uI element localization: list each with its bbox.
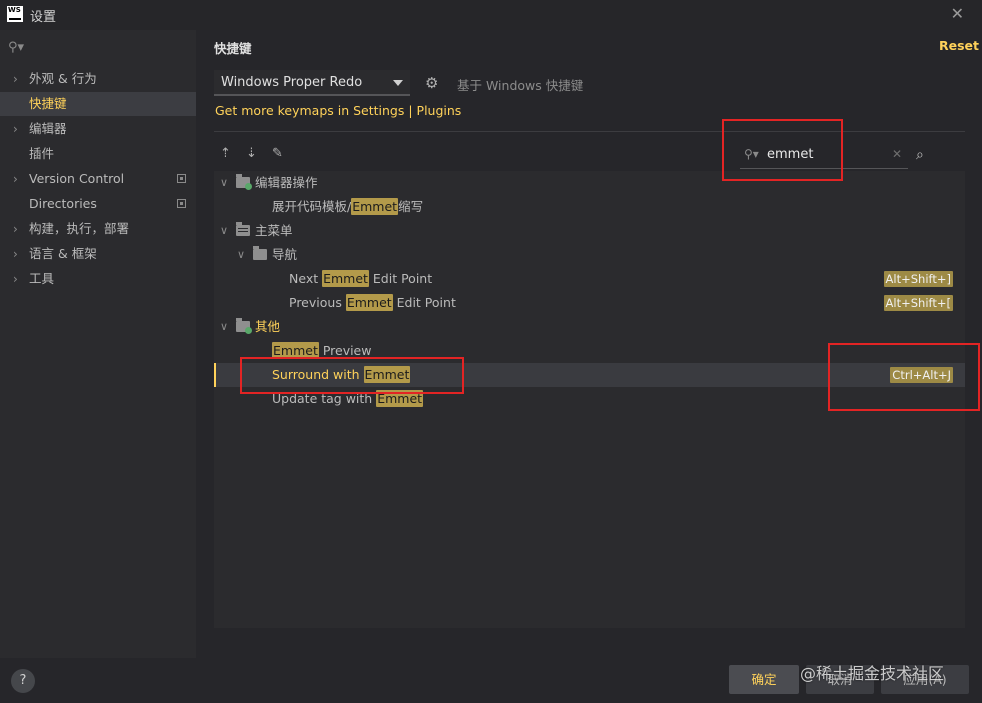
action-label: Previous Emmet Edit Point: [289, 294, 456, 311]
tree-action-previous-emmet-edit-point[interactable]: Previous Emmet Edit Point Alt+Shift+[: [214, 291, 965, 315]
webstorm-logo-icon: WS: [7, 6, 23, 22]
sidebar-item-label: 插件: [29, 146, 55, 161]
chevron-down-icon: ∨: [237, 248, 246, 261]
menu-folder-icon: [236, 222, 250, 236]
shortcut-badge: Alt+Shift+]: [883, 271, 953, 287]
chevron-down-icon: ∨: [220, 224, 229, 237]
watermark: @稀土掘金技术社区: [800, 664, 945, 683]
page-title: 快捷键: [214, 41, 252, 56]
expand-all-icon[interactable]: ⇡: [220, 146, 231, 161]
action-label: Surround with Emmet: [272, 366, 411, 383]
sidebar-item-label: 快捷键: [29, 96, 67, 111]
category-label: 导航: [272, 247, 298, 262]
action-label: Next Emmet Edit Point: [289, 270, 433, 287]
chevron-right-icon: ›: [13, 72, 18, 86]
reset-link[interactable]: Reset: [939, 38, 979, 53]
folder-icon: [236, 174, 252, 190]
category-label: 主菜单: [255, 223, 293, 238]
shortcut-badge: Ctrl+Alt+J: [890, 367, 953, 383]
search-field[interactable]: ⚲▾ ✕: [740, 144, 908, 169]
more-keymaps-link[interactable]: Get more keymaps in Settings | Plugins: [215, 103, 461, 118]
close-icon[interactable]: ✕: [951, 4, 964, 23]
category-label: 其他: [255, 319, 281, 334]
chevron-down-icon: ∨: [220, 176, 229, 189]
action-label: 展开代码模板/Emmet缩写: [272, 198, 424, 215]
actions-tree: ∨ 编辑器操作 展开代码模板/Emmet缩写 ∨ 主菜单 ∨ 导航 Next E…: [214, 171, 965, 628]
gear-icon[interactable]: ⚙: [425, 74, 438, 92]
action-label: Update tag with Emmet: [272, 390, 424, 407]
tree-action-next-emmet-edit-point[interactable]: Next Emmet Edit Point Alt+Shift+]: [214, 267, 965, 291]
title-bar: WS 设置 ✕: [0, 0, 982, 30]
selection-marker: [214, 363, 216, 387]
chevron-right-icon: ›: [13, 172, 18, 186]
divider: [214, 131, 965, 132]
shortcut-badge: Alt+Shift+[: [883, 295, 953, 311]
sidebar-item-languages[interactable]: › 语言 & 框架: [0, 242, 196, 266]
sidebar-item-label: 外观 & 行为: [29, 71, 97, 86]
tree-category-navigate[interactable]: ∨ 导航: [214, 243, 965, 267]
tree-action-expand-emmet[interactable]: 展开代码模板/Emmet缩写: [214, 195, 965, 219]
chevron-right-icon: ›: [13, 122, 18, 136]
find-by-shortcut-icon[interactable]: ⌕: [916, 147, 924, 163]
sidebar-item-label: Directories: [29, 196, 97, 211]
window-title: 设置: [30, 10, 57, 25]
sidebar-item-build[interactable]: › 构建，执行，部署: [0, 217, 196, 241]
chevron-down-icon: ∨: [220, 320, 229, 333]
search-input[interactable]: [767, 147, 877, 162]
keymap-selected-value: Windows Proper Redo: [221, 75, 363, 90]
tree-action-emmet-preview[interactable]: Emmet Preview: [214, 339, 965, 363]
sidebar-item-keymap[interactable]: 快捷键: [0, 92, 196, 116]
project-scope-icon: [177, 199, 186, 208]
sidebar-item-label: 语言 & 框架: [29, 246, 97, 261]
folder-icon: [236, 318, 252, 334]
settings-sidebar: ⚲▾ › 外观 & 行为 快捷键 › 编辑器 插件 › Version Cont…: [0, 30, 196, 658]
sidebar-item-label: 编辑器: [29, 121, 67, 136]
sidebar-item-appearance[interactable]: › 外观 & 行为: [0, 67, 196, 91]
edit-pencil-icon[interactable]: ✎: [272, 146, 283, 161]
tree-category-other[interactable]: ∨ 其他: [214, 315, 965, 339]
sidebar-item-editor[interactable]: › 编辑器: [0, 117, 196, 141]
chevron-down-icon: [393, 80, 403, 86]
chevron-right-icon: ›: [13, 272, 18, 286]
clear-icon[interactable]: ✕: [892, 147, 902, 161]
action-label: Emmet Preview: [272, 342, 372, 359]
project-scope-icon: [177, 174, 186, 183]
collapse-all-icon[interactable]: ⇣: [246, 146, 257, 161]
sidebar-item-directories[interactable]: Directories: [0, 192, 196, 216]
tree-category-main-menu[interactable]: ∨ 主菜单: [214, 219, 965, 243]
sidebar-item-tools[interactable]: › 工具: [0, 267, 196, 291]
category-label: 编辑器操作: [255, 175, 318, 190]
search-icon[interactable]: ⚲▾: [8, 40, 24, 55]
folder-icon: [253, 246, 267, 260]
help-button[interactable]: ?: [11, 669, 35, 693]
chevron-right-icon: ›: [13, 247, 18, 261]
sidebar-item-label: 构建，执行，部署: [29, 221, 130, 236]
sidebar-item-label: Version Control: [29, 171, 125, 186]
tree-category-editor-actions[interactable]: ∨ 编辑器操作: [214, 171, 965, 195]
sidebar-item-plugins[interactable]: 插件: [0, 142, 196, 166]
based-on-label: 基于 Windows 快捷键: [457, 78, 584, 93]
ok-button[interactable]: 确定: [729, 665, 799, 694]
keymap-dropdown[interactable]: Windows Proper Redo: [214, 70, 410, 96]
tree-action-surround-with-emmet[interactable]: Surround with Emmet Ctrl+Alt+J: [214, 363, 965, 387]
chevron-right-icon: ›: [13, 222, 18, 236]
search-icon: ⚲▾: [744, 147, 759, 161]
sidebar-item-version-control[interactable]: › Version Control: [0, 167, 196, 191]
sidebar-item-label: 工具: [29, 271, 55, 286]
tree-action-update-tag-with-emmet[interactable]: Update tag with Emmet: [214, 387, 965, 411]
